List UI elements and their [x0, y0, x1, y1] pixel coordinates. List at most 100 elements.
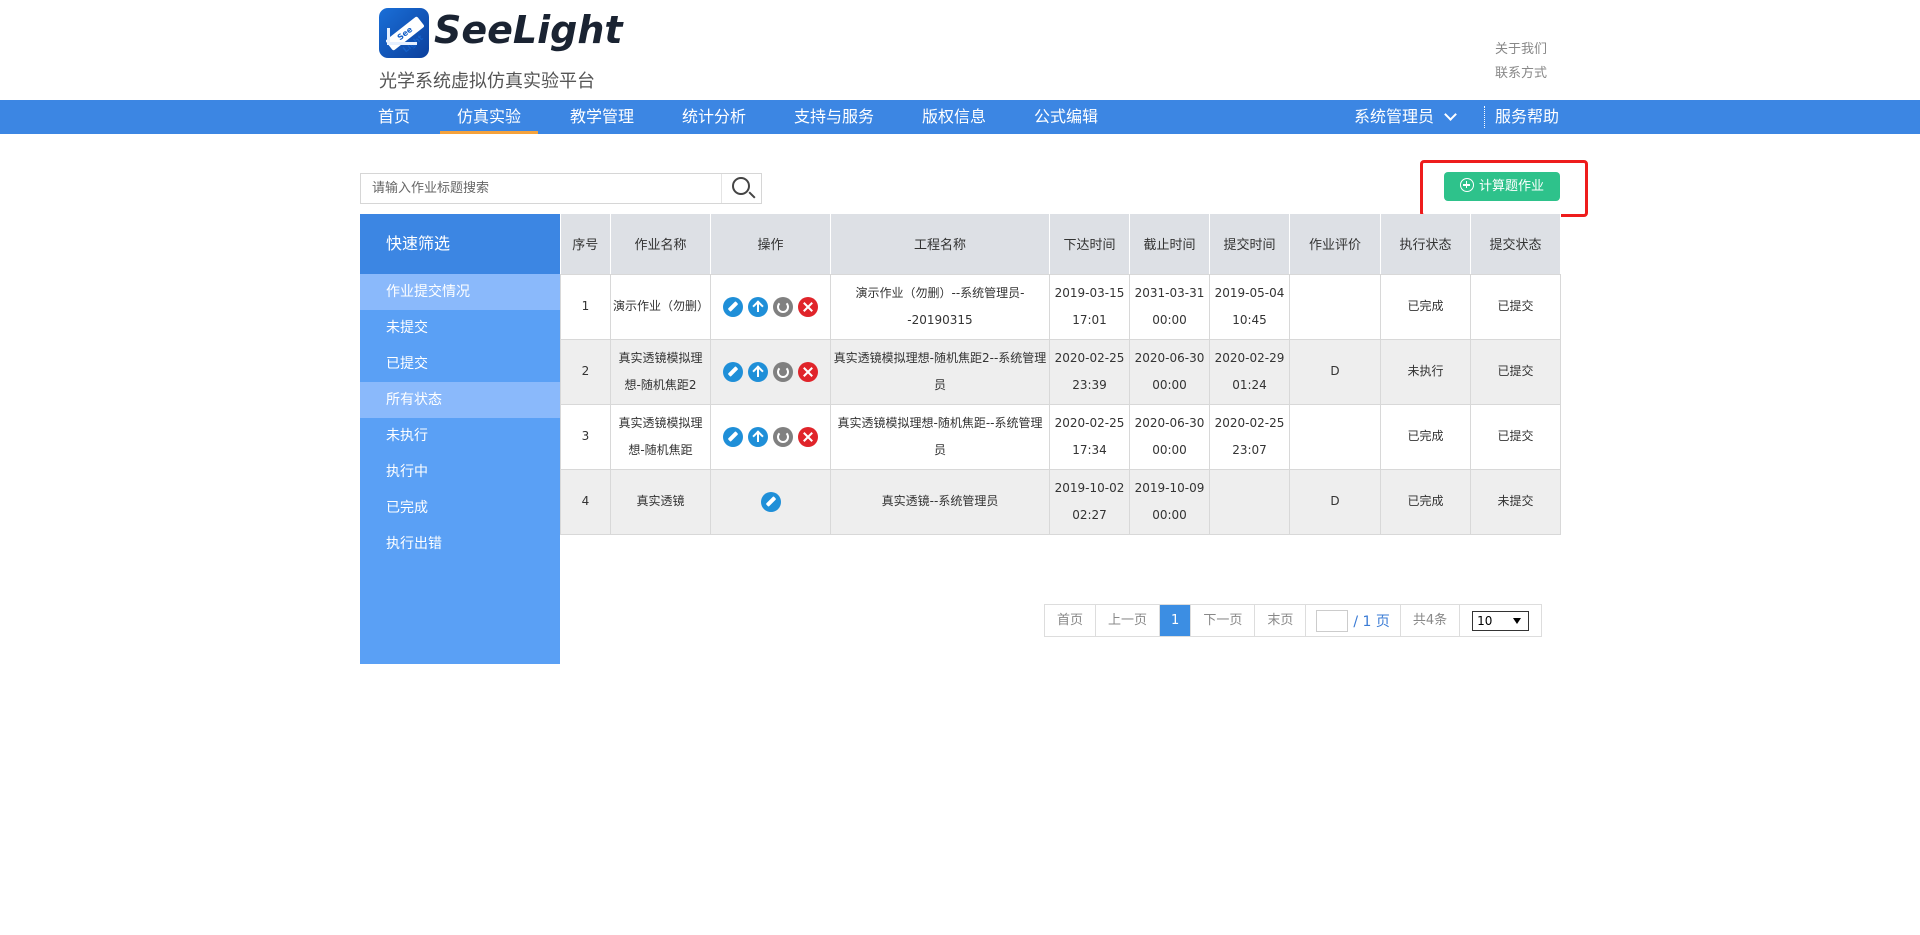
total-count: 共4条	[1400, 605, 1461, 636]
cell-project-link[interactable]: 演示作业（勿删）--系统管理员--20190315	[830, 273, 1050, 340]
edit-icon[interactable]	[723, 361, 744, 382]
cell-name-link[interactable]: 真实透镜模拟理想-随机焦距2	[610, 338, 711, 405]
nav-copyright[interactable]: 版权信息	[921, 100, 987, 134]
cell-name-link[interactable]: 真实透镜	[610, 468, 711, 535]
cell-deadline: 2019-10-09 00:00	[1129, 468, 1210, 535]
col-header-name: 作业名称	[610, 214, 711, 275]
cell-issued: 2019-10-02 02:27	[1049, 468, 1130, 535]
contact-link[interactable]: 联系方式	[1495, 62, 1547, 86]
col-header-issued: 下达时间	[1049, 214, 1130, 275]
total-pages: / 1 页	[1353, 613, 1390, 630]
reset-icon[interactable]	[772, 426, 793, 447]
search-icon[interactable]	[721, 174, 761, 203]
page-prev-button[interactable]: 上一页	[1096, 605, 1161, 636]
cell-actions	[710, 338, 831, 405]
sidebar-group-submission[interactable]: 作业提交情况	[360, 274, 560, 310]
homework-table: 序号 作业名称 操作 工程名称 下达时间 截止时间 提交时间 作业评价 执行状态…	[560, 214, 1561, 535]
page-number-input[interactable]	[1316, 609, 1349, 632]
col-header-submitted: 提交时间	[1209, 214, 1290, 275]
table-row: 1 演示作业（勿删） 演示作业（勿删）--系统管理员--20190315 201…	[560, 273, 1561, 340]
upload-icon[interactable]	[748, 361, 769, 382]
edit-icon[interactable]	[760, 491, 781, 512]
col-header-submit-status: 提交状态	[1470, 214, 1561, 275]
page-size: 10	[1460, 605, 1541, 636]
cell-submit-status: 已提交	[1470, 273, 1561, 340]
page-current-button[interactable]: 1	[1160, 605, 1192, 636]
table-row: 4 真实透镜 真实透镜--系统管理员 2019-10-02 02:27 2019…	[560, 468, 1561, 535]
upload-icon[interactable]	[748, 296, 769, 317]
col-header-project: 工程名称	[830, 214, 1050, 275]
delete-icon[interactable]	[797, 296, 818, 317]
page-jump: / 1 页	[1306, 605, 1401, 636]
sidebar-item-not-executed[interactable]: 未执行	[360, 418, 560, 454]
page-next-button[interactable]: 下一页	[1191, 605, 1256, 636]
reset-icon[interactable]	[772, 296, 793, 317]
cell-submitted: 2020-02-29 01:24	[1209, 338, 1290, 405]
col-header-actions: 操作	[710, 214, 831, 275]
cell-exec-status: 已完成	[1380, 468, 1471, 535]
nav-help[interactable]: 服务帮助	[1494, 100, 1560, 134]
upload-icon[interactable]	[748, 426, 769, 447]
brand-logo[interactable]: See Light SeeLight 光学系统虚拟仿真实验平台	[379, 8, 739, 94]
table-header-row: 序号 作业名称 操作 工程名称 下达时间 截止时间 提交时间 作业评价 执行状态…	[560, 214, 1561, 275]
about-us-link[interactable]: 关于我们	[1495, 38, 1547, 62]
cell-name-link[interactable]: 演示作业（勿删）	[610, 273, 711, 340]
cell-evaluation: D	[1289, 468, 1381, 535]
cell-exec-status: 已完成	[1380, 273, 1471, 340]
sidebar-item-not-submitted[interactable]: 未提交	[360, 310, 560, 346]
sidebar-title: 快速筛选	[360, 214, 560, 274]
col-header-no: 序号	[560, 214, 611, 275]
nav-teaching[interactable]: 教学管理	[569, 100, 635, 134]
cell-no: 2	[560, 338, 611, 405]
cell-deadline: 2020-06-30 00:00	[1129, 403, 1210, 470]
cell-project-link[interactable]: 真实透镜--系统管理员	[830, 468, 1050, 535]
col-header-exec-status: 执行状态	[1380, 214, 1471, 275]
nav-formula[interactable]: 公式编辑	[1033, 100, 1099, 134]
cell-project-link[interactable]: 真实透镜模拟理想-随机焦距2--系统管理员	[830, 338, 1050, 405]
filter-sidebar: 快速筛选 作业提交情况 未提交 已提交 所有状态 未执行 执行中 已完成 执行出…	[360, 214, 560, 664]
page-first-button[interactable]: 首页	[1045, 605, 1097, 636]
main-nav: 首页 仿真实验 教学管理 统计分析 支持与服务 版权信息 公式编辑 系统管理员 …	[0, 100, 1920, 134]
table-row: 2 真实透镜模拟理想-随机焦距2 真实透镜模拟理想-随机焦距2--系统管理员 2…	[560, 338, 1561, 405]
brand-name: SeeLight	[434, 8, 623, 52]
cell-submit-status: 已提交	[1470, 403, 1561, 470]
cell-name-link[interactable]: 真实透镜模拟理想-随机焦距	[610, 403, 711, 470]
delete-icon[interactable]	[797, 361, 818, 382]
cell-submitted: 2020-02-25 23:07	[1209, 403, 1290, 470]
edit-icon[interactable]	[723, 426, 744, 447]
nav-statistics[interactable]: 统计分析	[681, 100, 747, 134]
col-header-deadline: 截止时间	[1129, 214, 1210, 275]
sidebar-group-status[interactable]: 所有状态	[360, 382, 560, 418]
sidebar-item-error[interactable]: 执行出错	[360, 526, 560, 562]
pagination: 首页 上一页 1 下一页 末页 / 1 页 共4条 10	[1044, 604, 1543, 637]
cell-submit-status: 已提交	[1470, 338, 1561, 405]
cell-actions	[710, 273, 831, 340]
sidebar-item-executing[interactable]: 执行中	[360, 454, 560, 490]
edit-icon[interactable]	[723, 296, 744, 317]
search-box	[360, 173, 762, 204]
sidebar-item-submitted[interactable]: 已提交	[360, 346, 560, 382]
header: See Light SeeLight 光学系统虚拟仿真实验平台 关于我们 联系方…	[0, 0, 1920, 100]
search-input[interactable]	[361, 174, 716, 203]
table-row: 3 真实透镜模拟理想-随机焦距 真实透镜模拟理想-随机焦距--系统管理员 202…	[560, 403, 1561, 470]
nav-home[interactable]: 首页	[378, 100, 410, 134]
cell-submitted	[1209, 468, 1290, 535]
cell-actions	[710, 403, 831, 470]
sidebar-item-completed[interactable]: 已完成	[360, 490, 560, 526]
cell-project-link[interactable]: 真实透镜模拟理想-随机焦距--系统管理员	[830, 403, 1050, 470]
cell-exec-status: 已完成	[1380, 403, 1471, 470]
nav-simulation[interactable]: 仿真实验	[440, 100, 538, 134]
cell-deadline: 2031-03-31 00:00	[1129, 273, 1210, 340]
page-last-button[interactable]: 末页	[1255, 605, 1307, 636]
user-menu[interactable]: 系统管理员	[1354, 100, 1474, 134]
add-button-label: 计算题作业	[1478, 179, 1544, 194]
add-calc-homework-button[interactable]: 计算题作业	[1444, 172, 1560, 201]
delete-icon[interactable]	[797, 426, 818, 447]
page-size-select[interactable]: 10	[1472, 610, 1530, 631]
nav-support[interactable]: 支持与服务	[793, 100, 875, 134]
reset-icon[interactable]	[772, 361, 793, 382]
col-header-evaluation: 作业评价	[1289, 214, 1381, 275]
cell-no: 1	[560, 273, 611, 340]
top-links: 关于我们 联系方式	[1495, 38, 1547, 86]
cell-submit-status: 未提交	[1470, 468, 1561, 535]
